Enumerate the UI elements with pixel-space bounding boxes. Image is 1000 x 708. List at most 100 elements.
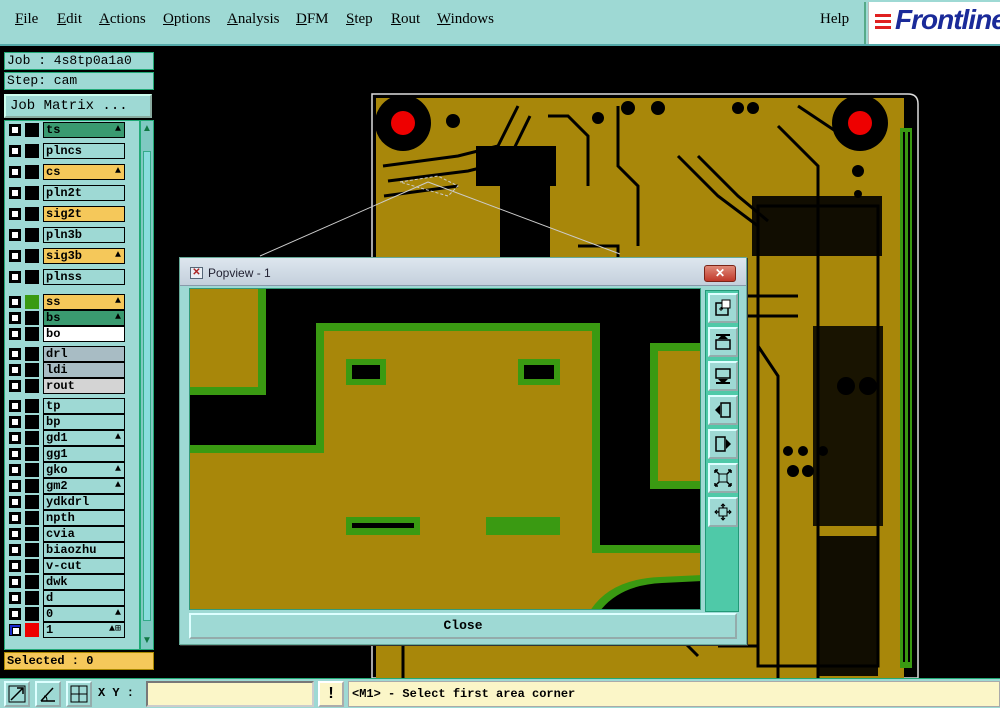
layer-name[interactable]: bs ▲ [43,310,125,326]
zoom-out-button[interactable] [708,463,738,493]
layer-checkbox[interactable] [9,480,21,492]
layer-row[interactable]: biaozhu [5,542,141,558]
layer-row[interactable]: sig2t [5,206,141,222]
layer-row[interactable]: cvia [5,526,141,542]
zoom-in-button[interactable] [708,497,738,527]
layer-name[interactable]: bo [43,326,125,342]
layer-name[interactable]: 0 ▲ [43,606,125,622]
layer-checkbox[interactable] [9,364,21,376]
layer-checkbox[interactable] [9,560,21,572]
layer-name[interactable]: bp [43,414,125,430]
layer-name[interactable]: gko ▲ [43,462,125,478]
warning-button[interactable]: ! [318,681,344,707]
layer-name[interactable]: plnss [43,269,125,285]
popview-titlebar[interactable]: ✕ Popview - 1 ✕ [180,258,746,286]
layer-row[interactable]: plnss [5,269,141,285]
layer-row[interactable]: npth [5,510,141,526]
menu-rout[interactable]: Rout [391,11,420,28]
layer-row[interactable]: ss ▲ [5,294,141,310]
layer-checkbox[interactable] [9,229,21,241]
layer-name[interactable]: biaozhu [43,542,125,558]
menu-dfm[interactable]: DFM [296,11,329,28]
layer-name[interactable]: tp [43,398,125,414]
layer-name[interactable]: ldi [43,362,125,378]
layer-checkbox[interactable] [9,328,21,340]
layer-checkbox[interactable] [9,464,21,476]
layer-row[interactable]: gm2 ▲ [5,478,141,494]
layer-row[interactable]: d [5,590,141,606]
layer-name[interactable]: drl [43,346,125,362]
layer-row[interactable]: plncs [5,143,141,159]
layer-checkbox[interactable] [9,124,21,136]
pan-right-button[interactable] [708,429,738,459]
layer-row[interactable]: cs ▲ [5,164,141,180]
layer-name[interactable]: cvia [43,526,125,542]
layer-list[interactable]: ts ▲ plncs cs ▲ pln2t sig2t pln3b sig3b ▲ plnss ss ▲… [4,120,140,650]
layer-checkbox[interactable] [9,145,21,157]
layer-row[interactable]: bs ▲ [5,310,141,326]
layer-name[interactable]: gg1 [43,446,125,462]
menu-actions[interactable]: Actions [99,11,146,28]
layer-row[interactable]: pln3b [5,227,141,243]
layer-row[interactable]: ldi [5,362,141,378]
layer-name[interactable]: 1 ▲⊞ [43,622,125,638]
layer-name[interactable]: sig2t [43,206,125,222]
scroll-down-arrow-icon[interactable]: ▼ [142,635,152,647]
menu-file[interactable]: File [15,11,38,28]
layer-row[interactable]: v-cut [5,558,141,574]
menu-step[interactable]: Step [346,11,373,28]
layer-name[interactable]: pln2t [43,185,125,201]
popview-canvas[interactable] [189,288,701,610]
layer-checkbox[interactable] [9,250,21,262]
layer-name[interactable]: v-cut [43,558,125,574]
layer-name[interactable]: pln3b [43,227,125,243]
pan-left-button[interactable] [708,395,738,425]
layer-checkbox[interactable] [9,296,21,308]
layer-checkbox[interactable] [9,400,21,412]
layer-checkbox[interactable] [9,512,21,524]
layer-checkbox[interactable] [9,576,21,588]
scroll-up-arrow-icon[interactable]: ▲ [142,123,152,135]
layer-checkbox[interactable] [9,348,21,360]
layer-name[interactable]: d [43,590,125,606]
popview-close-button[interactable]: Close [189,613,737,639]
layer-row[interactable]: gg1 [5,446,141,462]
grid-button[interactable] [66,681,92,707]
layer-checkbox[interactable] [9,271,21,283]
layer-checkbox[interactable] [9,312,21,324]
layer-name[interactable]: rout [43,378,125,394]
layer-checkbox[interactable] [9,380,21,392]
window-close-icon[interactable]: ✕ [704,265,736,282]
pan-up-button[interactable] [708,327,738,357]
layer-checkbox[interactable] [9,608,21,620]
layer-row[interactable]: 0 ▲ [5,606,141,622]
layer-name[interactable]: ts ▲ [43,122,125,138]
menu-options[interactable]: Options [163,11,211,28]
layer-row[interactable]: pln2t [5,185,141,201]
layer-row[interactable]: rout [5,378,141,394]
layer-name[interactable]: ydkdrl [43,494,125,510]
layer-row[interactable]: dwk [5,574,141,590]
xy-coordinate-input[interactable] [146,681,314,707]
layer-checkbox[interactable] [9,166,21,178]
menu-edit[interactable]: Edit [57,11,82,28]
layer-row[interactable]: gko ▲ [5,462,141,478]
layer-checkbox[interactable] [9,448,21,460]
layer-name[interactable]: sig3b ▲ [43,248,125,264]
layer-row[interactable]: 1 ▲⊞ [5,622,141,638]
layer-name[interactable]: gd1 ▲ [43,430,125,446]
select-area-button[interactable] [4,681,30,707]
layer-checkbox[interactable] [9,187,21,199]
layer-name[interactable]: gm2 ▲ [43,478,125,494]
menu-help[interactable]: Help [820,11,849,28]
measure-button[interactable] [35,681,61,707]
layer-name[interactable]: ss ▲ [43,294,125,310]
layer-name[interactable]: dwk [43,574,125,590]
layer-checkbox[interactable] [9,544,21,556]
layer-checkbox[interactable] [9,592,21,604]
scrollbar-thumb[interactable] [143,151,151,621]
layer-checkbox[interactable] [9,624,21,636]
menu-windows[interactable]: Windows [437,11,494,28]
layer-checkbox[interactable] [9,432,21,444]
layer-checkbox[interactable] [9,416,21,428]
